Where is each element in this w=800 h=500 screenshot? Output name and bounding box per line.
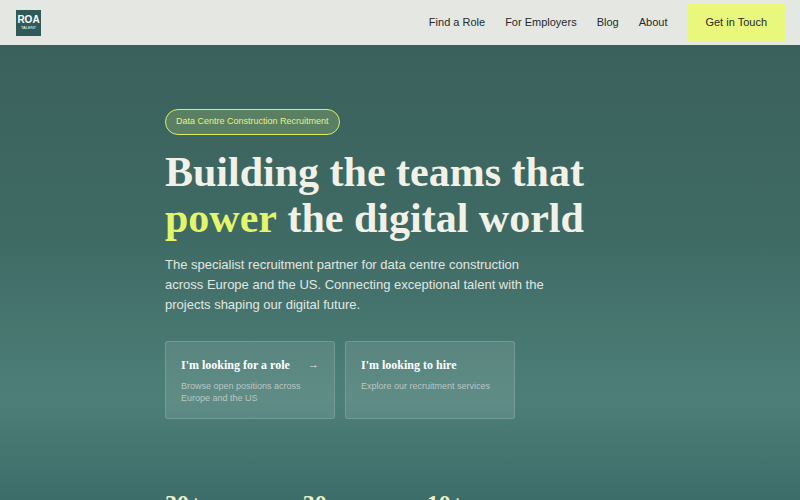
logo-text: ROA [17,15,39,25]
nav-bar: ROATALENT Find a Role For Employers Blog Abo… [0,0,800,45]
heading-highlight: power [165,195,277,241]
stat-value: 30 [303,489,327,500]
card-description: Explore our recruitment services [361,380,499,392]
hero: Data Centre Construction Recruitment Buil… [0,45,800,500]
card-title: I'm looking for a role [181,356,290,374]
hero-card[interactable]: I'm looking to hire Explore our recruitme… [345,341,515,419]
hero-badge: Data Centre Construction Recruitment [165,109,340,135]
arrow-icon: → [308,356,319,373]
logo-subtext: TALENT [21,25,36,30]
get-in-touch-button[interactable]: Get in Touch [687,4,785,41]
page: ROATALENT Find a Role For Employers Blog Abo… [0,0,800,500]
stats: 30+ 30 10+ [165,489,464,500]
nav-link[interactable]: For Employers [505,14,577,31]
nav-link[interactable]: Find a Role [429,14,485,31]
hero-description: The specialist recruitment partner for d… [165,255,545,315]
card-title: I'm looking to hire [361,356,456,374]
nav-link[interactable]: Blog [597,14,619,31]
logo[interactable]: ROATALENT [16,10,41,36]
stat-value: 10+ [427,489,465,500]
nav-link[interactable]: About [639,14,668,31]
hero-heading: Building the teams thatpowerthe digital … [165,149,584,241]
card-description: Browse open positions across Europe and … [181,380,319,404]
hero-cards: I'm looking for a role → Browse open posit… [165,341,515,419]
stat-value: 30+ [165,489,203,500]
nav-links: Find a Role For Employers Blog About Get in … [429,4,785,41]
hero-card[interactable]: I'm looking for a role → Browse open posit… [165,341,335,419]
